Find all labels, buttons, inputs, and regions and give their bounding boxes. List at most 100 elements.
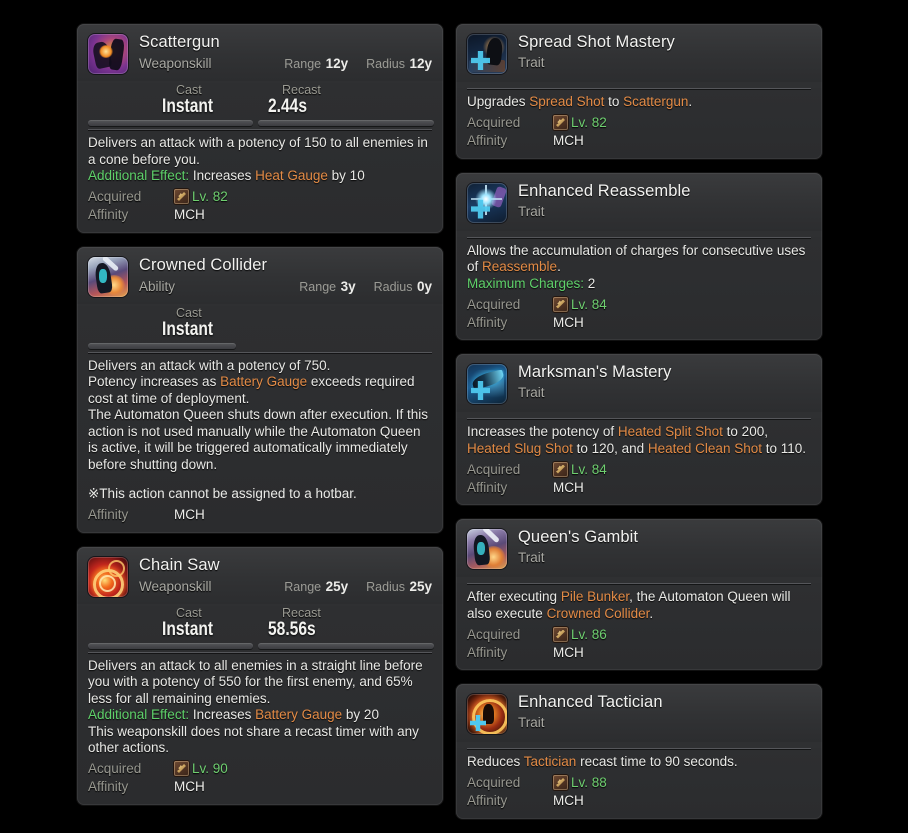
meta-block: Acquired Lv. 84 Affinity MCH	[467, 295, 811, 331]
radius-value: 0y	[416, 278, 432, 294]
trait-description: Increases the potency of Heated Split Sh…	[467, 424, 807, 456]
divider	[467, 418, 811, 419]
card-body: Cast Instant Delivers an attack with a pot…	[77, 305, 443, 533]
left-column: Scattergun Weaponskill Range 12y Radius 12y…	[77, 24, 443, 819]
desc-highlight: Tactician	[523, 754, 577, 769]
job-level-icon	[553, 626, 568, 642]
trait-tooltip-card[interactable]: Queen's Gambit Trait After executing Pile …	[456, 519, 822, 670]
cast-label: Cast	[176, 83, 202, 97]
divider	[467, 236, 811, 238]
affinity-value: MCH	[553, 479, 584, 495]
acquired-label: Acquired	[467, 626, 521, 642]
affinity-label: Affinity	[467, 644, 508, 660]
kind-row: Trait	[518, 55, 811, 71]
recast-label: Recast	[282, 83, 321, 97]
cast-value: Instant	[162, 96, 214, 117]
divider	[467, 88, 811, 89]
trait-name: Enhanced Reassemble	[518, 181, 691, 200]
acquired-label: Acquired	[467, 775, 521, 790]
cast-label: Cast	[176, 305, 202, 320]
kind-and-range-row: Weaponskill Range 12y Radius 12y	[139, 55, 432, 73]
acquired-level: Lv. 86	[571, 626, 607, 642]
radius-group: Radius 0y	[374, 278, 432, 296]
action-tooltip-card[interactable]: Scattergun Weaponskill Range 12y Radius 12y…	[77, 24, 443, 233]
trait-name: Spread Shot Mastery	[518, 33, 675, 51]
trait-description: Allows the accumulation of charges for c…	[467, 242, 806, 291]
radius-group: Radius 25y	[366, 578, 432, 596]
cast-value: Instant	[162, 318, 214, 340]
acquired-label: Acquired	[467, 115, 521, 130]
card-body: Cast Instant Recast 58.56s Delivers an attac…	[77, 605, 443, 805]
enhanced-reassemble-icon	[467, 182, 507, 223]
acquired-row: Acquired Lv. 88	[467, 774, 811, 792]
recast-bar	[258, 120, 434, 126]
acquired-level: Lv. 84	[571, 461, 607, 477]
affinity-label: Affinity	[88, 507, 129, 522]
trait-kind: Trait	[518, 715, 545, 730]
affinity-value: MCH	[553, 644, 584, 660]
desc-highlight: Battery Gauge	[220, 374, 308, 389]
tooltip-board: Scattergun Weaponskill Range 12y Radius 12y…	[0, 0, 908, 819]
meta-block: Acquired Lv. 84 Affinity MCH	[467, 460, 811, 496]
trait-tooltip-card[interactable]: Enhanced Reassemble Trait Allows the accum…	[456, 172, 822, 340]
action-name: Scattergun	[139, 33, 220, 51]
card-body: Reduces Tactician recast time to 90 seco…	[456, 748, 822, 819]
range-value: 12y	[325, 56, 349, 71]
affinity-label: Affinity	[88, 207, 129, 222]
job-level-icon	[553, 296, 568, 312]
affinity-row: Affinity MCH	[467, 313, 811, 331]
action-kind: Weaponskill	[139, 578, 212, 594]
acquired-label: Acquired	[88, 189, 142, 204]
header-text: Queen's Gambit Trait	[518, 528, 811, 566]
acquired-level: Lv. 88	[571, 775, 607, 790]
action-tooltip-card[interactable]: Crowned Collider Ability Range 3y Radius 0y…	[77, 246, 443, 533]
radius-label: Radius	[373, 279, 413, 294]
affinity-value: MCH	[553, 793, 584, 808]
trait-tooltip-card[interactable]: Enhanced Tactician Trait Reduces Tactician…	[456, 684, 822, 819]
acquired-label: Acquired	[467, 296, 521, 312]
recast-value: 2.44s	[268, 96, 307, 117]
trait-tooltip-card[interactable]: Marksman's Mastery Trait Increases the pot…	[456, 354, 822, 505]
affinity-label: Affinity	[467, 133, 508, 148]
range-radius: Range 12y Radius 12y	[274, 55, 432, 73]
desc-highlight: Heated Slug Shot	[467, 440, 573, 456]
cast-label: Cast	[176, 605, 202, 620]
affinity-label: Affinity	[88, 779, 129, 794]
affinity-label: Affinity	[467, 314, 508, 330]
card-header: Marksman's Mastery Trait	[456, 354, 822, 412]
trait-tooltip-card[interactable]: Spread Shot Mastery Trait Upgrades Spread …	[456, 24, 822, 159]
action-name: Chain Saw	[139, 555, 220, 574]
affinity-label: Affinity	[467, 793, 508, 808]
action-kind: Ability	[139, 278, 176, 294]
card-body: After executing Pile Bunker, the Automat…	[456, 583, 822, 670]
cast-recast-block: Cast Instant Recast 2.44s	[88, 83, 434, 129]
acquired-row: Acquired Lv. 90	[88, 760, 432, 778]
divider	[88, 129, 432, 130]
action-description: Delivers an attack with a potency of 150…	[88, 135, 428, 183]
desc-highlight: Heated Clean Shot	[647, 440, 762, 456]
range-group: Range 12y	[284, 55, 348, 73]
card-header: Chain Saw Weaponskill Range 25y Radius 25y	[77, 546, 443, 604]
right-column: Spread Shot Mastery Trait Upgrades Spread …	[456, 24, 822, 833]
affinity-row: Affinity MCH	[467, 643, 811, 661]
card-header: Spread Shot Mastery Trait	[456, 24, 822, 82]
radius-label: Radius	[366, 579, 406, 594]
radius-label: Radius	[366, 57, 406, 71]
trait-name: Queen's Gambit	[518, 528, 639, 546]
radius-value: 12y	[409, 56, 432, 71]
range-radius: Range 3y Radius 0y	[289, 278, 432, 296]
job-level-icon	[174, 189, 189, 204]
action-tooltip-card[interactable]: Chain Saw Weaponskill Range 25y Radius 25y C…	[77, 546, 443, 805]
card-header: Crowned Collider Ability Range 3y Radius 0y	[77, 246, 443, 304]
desc-highlight: Maximum Charges:	[467, 275, 585, 291]
radius-value: 25y	[409, 578, 432, 594]
affinity-value: MCH	[174, 207, 205, 222]
action-kind: Weaponskill	[139, 56, 212, 71]
affinity-row: Affinity MCH	[467, 792, 811, 810]
desc-highlight: Heated Split Shot	[617, 424, 723, 439]
acquired-label: Acquired	[467, 461, 521, 477]
cast-bar	[88, 642, 253, 649]
cast-value: Instant	[162, 618, 214, 640]
affinity-row: Affinity MCH	[467, 132, 811, 150]
card-body: Upgrades Spread Shot to Scattergun. Acqui…	[456, 88, 822, 159]
